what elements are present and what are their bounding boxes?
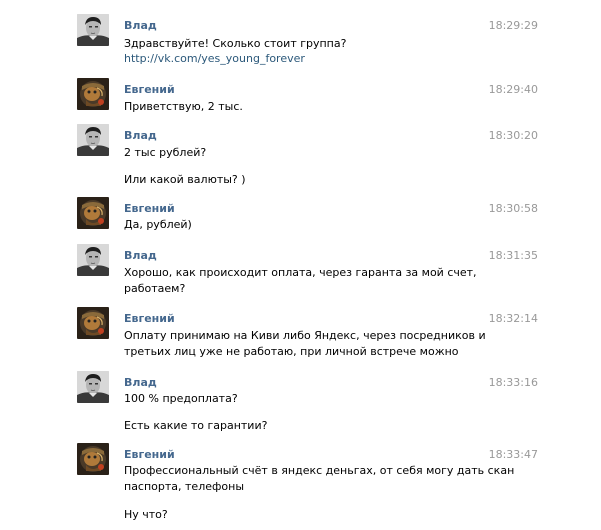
message-text: третьих лиц уже не работаю, при личной в… bbox=[124, 345, 459, 358]
message-text: 2 тыс рублей? bbox=[124, 146, 207, 159]
vlad-avatar[interactable] bbox=[77, 14, 109, 46]
vlad-avatar[interactable] bbox=[77, 244, 109, 276]
message-author[interactable]: Влад bbox=[124, 249, 157, 262]
message-text: Приветствую, 2 тыс. bbox=[124, 100, 243, 113]
message-timestamp: 18:30:58 bbox=[488, 202, 538, 215]
message-timestamp: 18:30:20 bbox=[488, 129, 538, 142]
message-text: Ну что? bbox=[124, 508, 168, 521]
message-author[interactable]: Евгений bbox=[124, 202, 175, 215]
evgeny-avatar[interactable] bbox=[77, 197, 109, 229]
evgeny-avatar[interactable] bbox=[77, 78, 109, 110]
vlad-avatar[interactable] bbox=[77, 371, 109, 403]
message-timestamp: 18:31:35 bbox=[488, 249, 538, 262]
message-timestamp: 18:29:40 bbox=[488, 83, 538, 96]
message-timestamp: 18:33:16 bbox=[488, 376, 538, 389]
message-text: Или какой валюты? ) bbox=[124, 173, 246, 186]
message-text: 100 % предоплата? bbox=[124, 392, 238, 405]
message-timestamp: 18:29:29 bbox=[488, 19, 538, 32]
message-author[interactable]: Влад bbox=[124, 129, 157, 142]
message-author[interactable]: Евгений bbox=[124, 312, 175, 325]
message-text: работаем? bbox=[124, 282, 186, 295]
evgeny-avatar[interactable] bbox=[77, 307, 109, 339]
evgeny-avatar[interactable] bbox=[77, 443, 109, 475]
message-text: паспорта, телефоны bbox=[124, 480, 245, 493]
message-author[interactable]: Евгений bbox=[124, 448, 175, 461]
message-link[interactable]: http://vk.com/yes_young_forever bbox=[124, 50, 305, 67]
message-text: Оплату принимаю на Киви либо Яндекс, чер… bbox=[124, 329, 486, 342]
message-text: Есть какие то гарантии? bbox=[124, 419, 268, 432]
message-text: Да, рублей) bbox=[124, 218, 192, 231]
message-text: Хорошо, как происходит оплата, через гар… bbox=[124, 266, 477, 279]
message-timestamp: 18:33:47 bbox=[488, 448, 538, 461]
message-history: Влад 18:29:29 Здравствуйте! Сколько стоит … bbox=[0, 0, 601, 530]
message-author[interactable]: Влад bbox=[124, 19, 157, 32]
message-author[interactable]: Евгений bbox=[124, 83, 175, 96]
message-author[interactable]: Влад bbox=[124, 376, 157, 389]
vlad-avatar[interactable] bbox=[77, 124, 109, 156]
message-text: Профессиональный счёт в яндекс деньгах, … bbox=[124, 464, 515, 477]
message-timestamp: 18:32:14 bbox=[488, 312, 538, 325]
